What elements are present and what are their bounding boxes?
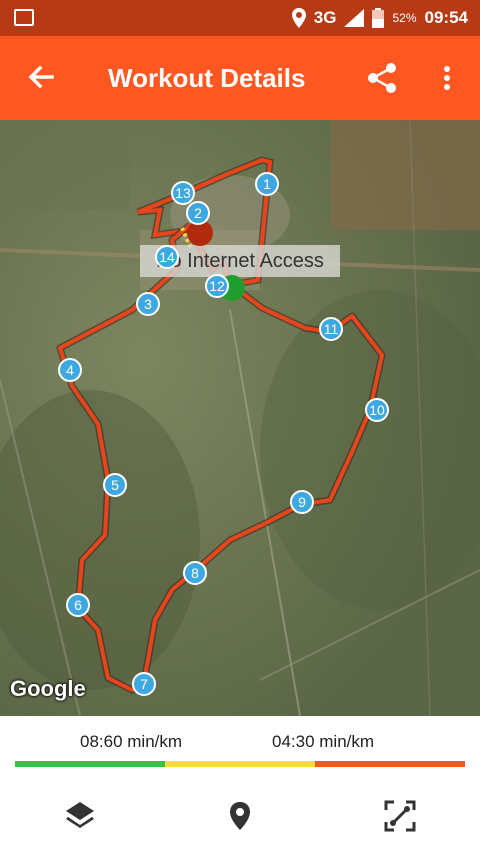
location-status-icon xyxy=(291,8,306,28)
bottom-toolbar xyxy=(0,776,480,854)
km-marker[interactable]: 14 xyxy=(155,245,179,269)
page-title: Workout Details xyxy=(108,63,306,93)
battery-icon xyxy=(372,8,385,28)
pace-bar-fast xyxy=(315,761,465,767)
km-marker[interactable]: 3 xyxy=(136,292,160,316)
pace-bar-slow xyxy=(15,761,165,767)
signal-icon xyxy=(344,9,365,27)
more-vert-icon[interactable] xyxy=(432,60,462,96)
pace-legend: 08:60 min/km 04:30 min/km xyxy=(0,716,480,776)
app-bar: Workout Details xyxy=(0,36,480,120)
fit-route-icon[interactable] xyxy=(380,796,420,836)
satellite-imagery xyxy=(0,120,480,716)
km-marker[interactable]: 4 xyxy=(58,358,82,382)
slow-pace-label: 08:60 min/km xyxy=(80,732,183,751)
share-icon[interactable] xyxy=(364,60,400,96)
gallery-notification-icon xyxy=(14,9,34,26)
km-marker[interactable]: 1 xyxy=(255,172,279,196)
km-marker[interactable]: 12 xyxy=(205,274,229,298)
battery-percent: 52% xyxy=(392,11,417,25)
km-marker[interactable]: 7 xyxy=(132,672,156,696)
google-logo: Google xyxy=(10,676,86,701)
fast-pace-label: 04:30 min/km xyxy=(272,732,375,751)
km-marker[interactable]: 2 xyxy=(186,201,210,225)
map-view[interactable]: No Internet Access 1 2 3 4 5 6 7 8 9 10 … xyxy=(0,120,480,716)
km-marker[interactable]: 10 xyxy=(365,398,389,422)
km-marker[interactable]: 6 xyxy=(66,593,90,617)
network-type: 3G xyxy=(313,8,337,27)
status-bar: 3G 52% 09:54 xyxy=(0,0,480,36)
pace-bar-medium xyxy=(165,761,315,767)
km-marker[interactable]: 11 xyxy=(319,317,343,341)
clock: 09:54 xyxy=(424,8,468,27)
arrow-back-icon[interactable] xyxy=(22,60,58,96)
km-marker[interactable]: 9 xyxy=(290,490,314,514)
location-pin-icon[interactable] xyxy=(220,796,260,836)
km-marker[interactable]: 5 xyxy=(103,473,127,497)
km-marker[interactable]: 8 xyxy=(183,561,207,585)
layers-icon[interactable] xyxy=(60,796,100,836)
km-marker[interactable]: 13 xyxy=(171,181,195,205)
